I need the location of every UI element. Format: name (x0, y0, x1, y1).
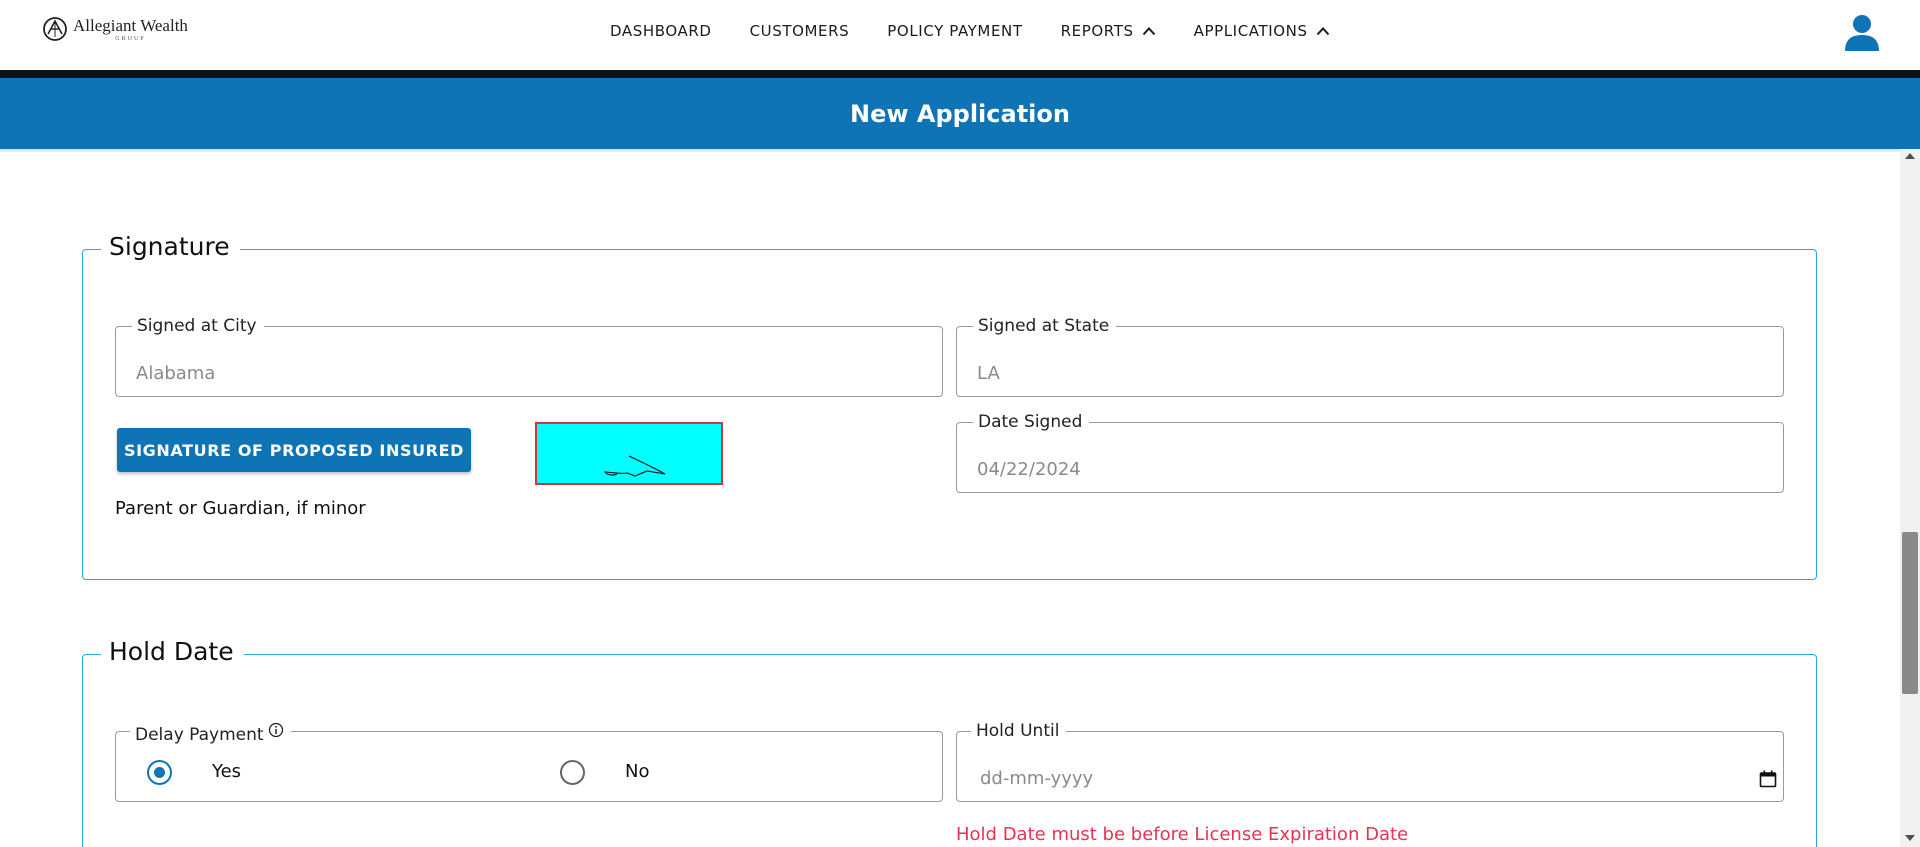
hold-until-placeholder: dd-mm-yyyy (980, 768, 1094, 789)
delay-payment-no-label[interactable]: No (625, 761, 649, 782)
brand-wordmark: Allegiant Wealth GROUP (73, 17, 188, 42)
hold-date-section-title: Hold Date (101, 637, 244, 666)
date-signed-value: 04/22/2024 (977, 459, 1081, 480)
brand-logo[interactable]: Allegiant Wealth GROUP (42, 16, 188, 42)
nav-dashboard-label: DASHBOARD (610, 22, 712, 40)
delay-payment-label: Delay Payment (130, 722, 291, 745)
brand-subtitle: GROUP (115, 35, 146, 42)
scroll-up-arrow-icon[interactable] (1905, 153, 1915, 159)
signed-at-city-label: Signed at City (132, 316, 264, 336)
nav-policy-payment-label: POLICY PAYMENT (887, 22, 1023, 40)
nav-applications[interactable]: APPLICATIONS (1194, 22, 1330, 40)
delay-payment-label-text: Delay Payment (135, 725, 264, 745)
signature-drawing (603, 455, 666, 477)
signed-at-city-value: Alabama (136, 363, 216, 384)
date-signed-label: Date Signed (973, 412, 1090, 432)
delay-payment-no-radio[interactable] (560, 760, 585, 785)
nav-reports-label: REPORTS (1060, 22, 1134, 40)
signature-pad[interactable] (535, 422, 723, 485)
user-icon[interactable] (1844, 14, 1880, 52)
hold-date-error-message: Hold Date must be before License Expirat… (956, 824, 1409, 845)
chevron-up-icon (1316, 27, 1329, 36)
header-divider (0, 70, 1920, 78)
delay-payment-yes-radio[interactable] (147, 760, 172, 785)
page-title: New Application (850, 99, 1070, 128)
signed-at-state-field[interactable]: Signed at State LA (956, 316, 1784, 397)
banner-shadow (0, 149, 1900, 153)
hold-until-field[interactable]: Hold Until dd-mm-yyyy (956, 721, 1784, 802)
hold-until-label: Hold Until (971, 721, 1067, 741)
signed-at-state-label: Signed at State (973, 316, 1117, 336)
signed-at-city-field[interactable]: Signed at City Alabama (115, 316, 943, 397)
nav-applications-label: APPLICATIONS (1193, 22, 1308, 40)
chevron-up-icon (1142, 27, 1155, 36)
page-banner: New Application (0, 78, 1920, 149)
top-navbar: Allegiant Wealth GROUP DASHBOARD CUSTOME… (0, 0, 1920, 70)
nav-customers[interactable]: CUSTOMERS (750, 22, 850, 40)
guardian-note: Parent or Guardian, if minor (115, 498, 366, 519)
brand-logo-mark (43, 17, 67, 41)
nav-customers-label: CUSTOMERS (749, 22, 850, 40)
page-scrollbar[interactable] (1900, 149, 1920, 847)
info-icon[interactable] (268, 722, 284, 738)
signature-of-proposed-insured-button[interactable]: SIGNATURE OF PROPOSED INSURED (117, 428, 471, 472)
scroll-down-arrow-icon[interactable] (1905, 835, 1915, 841)
delay-payment-yes-label[interactable]: Yes (212, 761, 241, 782)
delay-payment-field: Delay Payment Yes No (115, 722, 943, 802)
calendar-icon[interactable] (1759, 770, 1777, 788)
date-signed-field[interactable]: Date Signed 04/22/2024 (956, 412, 1784, 493)
nav-policy-payment[interactable]: POLICY PAYMENT (887, 22, 1022, 40)
scroll-thumb[interactable] (1902, 532, 1918, 694)
brand-name: Allegiant Wealth (73, 15, 188, 35)
signed-at-state-value: LA (977, 363, 1000, 384)
signature-section: Signature (82, 232, 1817, 580)
main-nav: DASHBOARD CUSTOMERS POLICY PAYMENT REPOR… (610, 22, 1368, 40)
nav-reports[interactable]: REPORTS (1061, 22, 1156, 40)
nav-dashboard[interactable]: DASHBOARD (610, 22, 712, 40)
signature-section-title: Signature (101, 232, 240, 261)
